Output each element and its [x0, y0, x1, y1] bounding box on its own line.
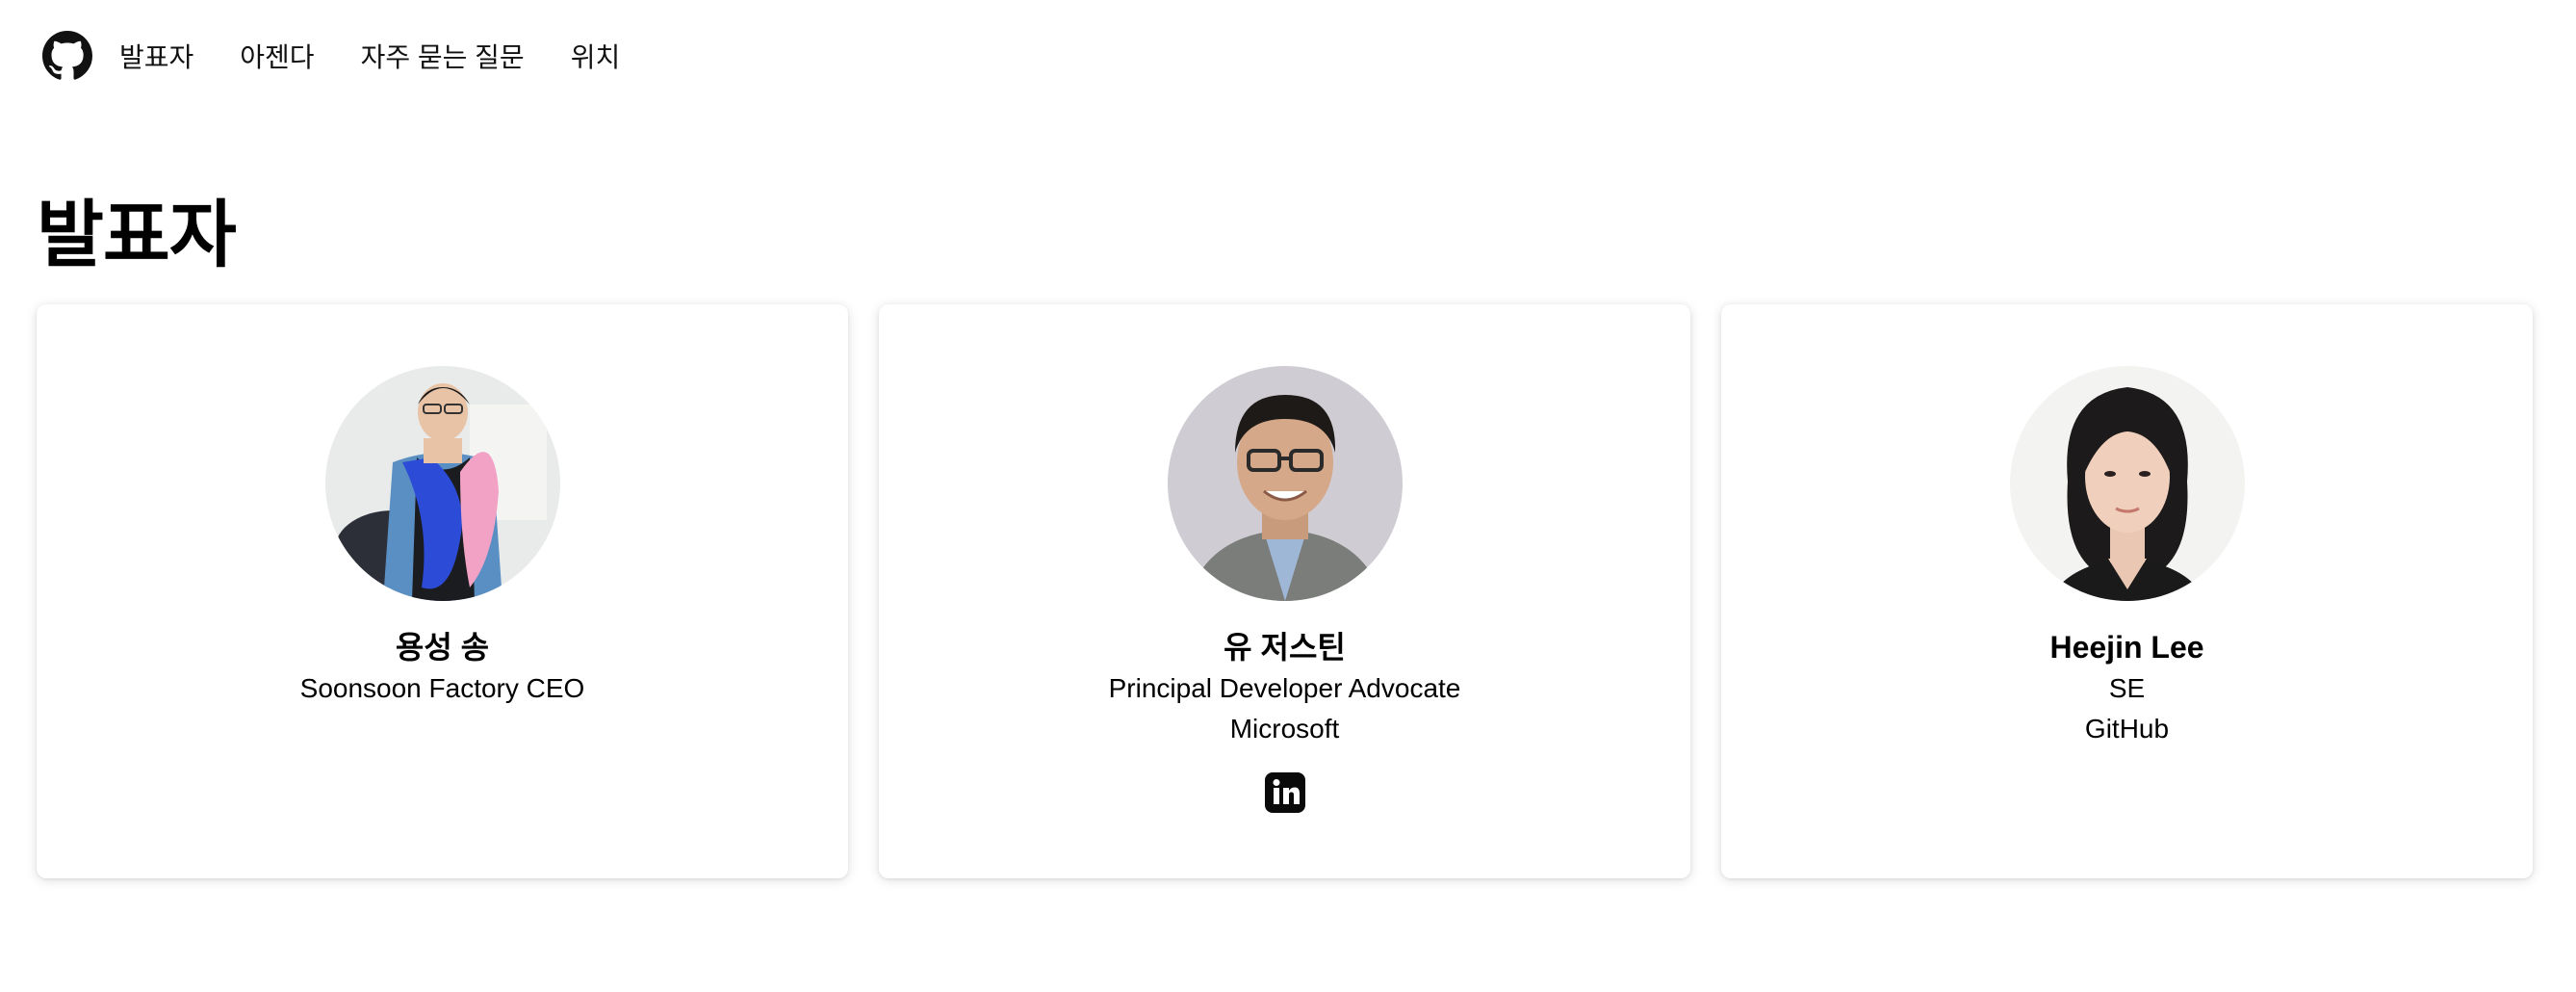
- github-icon[interactable]: [42, 31, 92, 81]
- speaker-company: Microsoft: [1229, 714, 1340, 744]
- speaker-name: Heejin Lee: [2049, 630, 2204, 665]
- speaker-photo-image: [324, 366, 560, 601]
- speaker-title: Principal Developer Advocate: [1108, 673, 1461, 703]
- speaker-title: SE: [2108, 673, 2146, 703]
- speaker-title: Soonsoon Factory CEO: [299, 673, 585, 703]
- nav-link-speakers[interactable]: 발표자: [119, 37, 193, 75]
- speaker-card: 유 저스틴 Principal Developer Advocate Micro…: [879, 304, 1690, 878]
- speaker-company: GitHub: [2084, 714, 2170, 744]
- nav-link-faq[interactable]: 자주 묻는 질문: [361, 37, 525, 75]
- linkedin-icon[interactable]: [1264, 772, 1305, 813]
- speaker-card: 용성 송 Soonsoon Factory CEO: [37, 304, 848, 878]
- speaker-photo-image: [2009, 366, 2245, 601]
- speaker-card: Heejin Lee SE GitHub: [1721, 304, 2533, 878]
- top-nav: 발표자 아젠다 자주 묻는 질문 위치: [42, 29, 666, 83]
- speaker-cards: 용성 송 Soonsoon Factory CEO 유 저스틴 Principa…: [37, 304, 2533, 878]
- speaker-photo: [2009, 366, 2245, 601]
- speaker-photo: [324, 366, 560, 601]
- page-title: 발표자: [37, 195, 237, 276]
- speaker-photo-image: [1167, 366, 1403, 601]
- speaker-photo: [1167, 366, 1403, 601]
- speaker-name: 유 저스틴: [1224, 630, 1346, 665]
- speaker-name: 용성 송: [395, 630, 490, 665]
- nav-link-location[interactable]: 위치: [571, 37, 621, 75]
- nav-link-agenda[interactable]: 아젠다: [240, 37, 314, 75]
